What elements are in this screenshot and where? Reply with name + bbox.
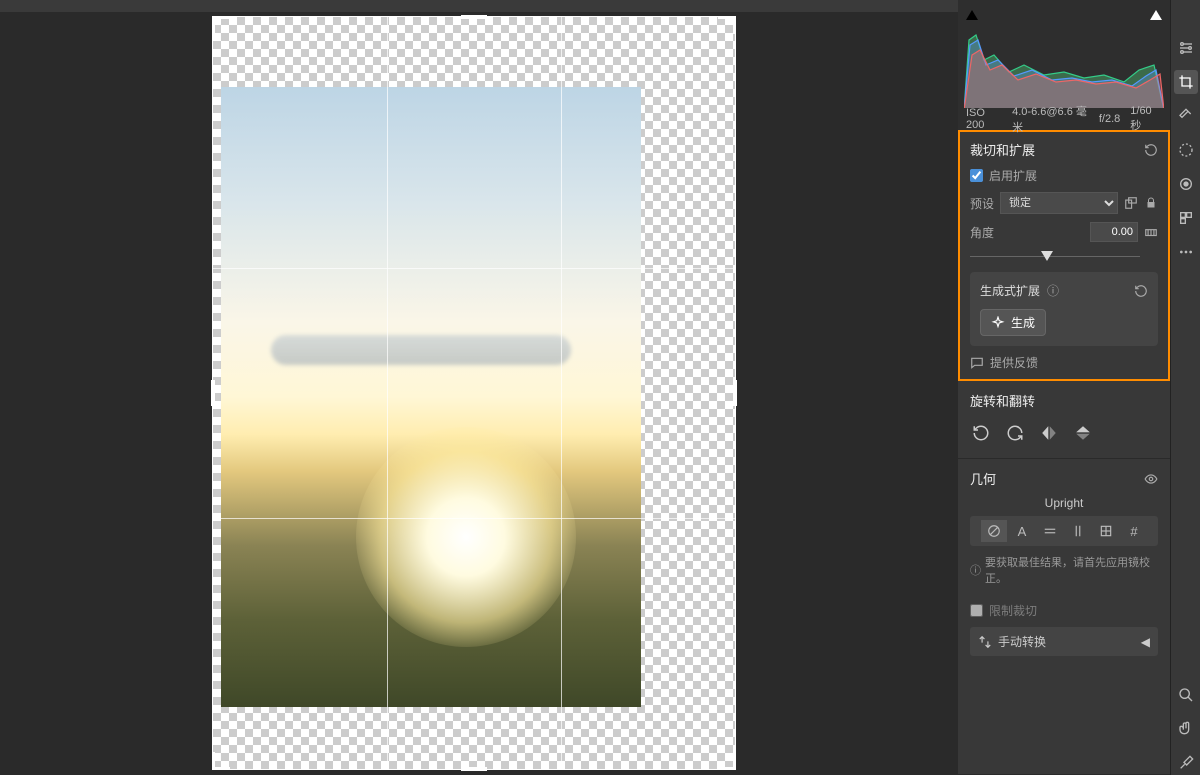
- crop-handle-bottom[interactable]: [461, 767, 487, 771]
- constrain-crop-label: 限制裁切: [989, 602, 1037, 619]
- geometry-section: 几何 Upright A # ⓘ要获取最佳结果，请首先应用镜校正。 限制裁切 手…: [958, 459, 1170, 775]
- crop-handle-bottom-right[interactable]: [718, 752, 736, 770]
- upright-vertical-button[interactable]: [1065, 520, 1091, 542]
- upright-level-button[interactable]: [1037, 520, 1063, 542]
- feedback-link[interactable]: 提供反馈: [970, 354, 1158, 371]
- vertical-toolbar: [1170, 0, 1200, 775]
- crop-handle-right[interactable]: [733, 380, 737, 406]
- crop-handle-top-left[interactable]: [212, 16, 230, 34]
- crop-expand-section: 裁切和扩展 启用扩展 预设 锁定 角度: [958, 130, 1170, 381]
- crop-section-title: 裁切和扩展: [970, 140, 1035, 159]
- upright-guided-button[interactable]: #: [1121, 520, 1147, 542]
- redeye-tool[interactable]: [1174, 172, 1198, 196]
- gen-expand-title: 生成式扩展: [980, 282, 1040, 299]
- enable-expand-label: 启用扩展: [989, 167, 1037, 184]
- rotate-cw-button[interactable]: [1004, 422, 1026, 444]
- canvas-area[interactable]: [0, 0, 958, 775]
- zoom-tool[interactable]: [1174, 683, 1198, 707]
- flip-horizontal-button[interactable]: [1038, 422, 1060, 444]
- geometry-note: ⓘ要获取最佳结果，请首先应用镜校正。: [970, 554, 1158, 586]
- geometry-section-title: 几何: [970, 469, 996, 488]
- upright-label: Upright: [970, 496, 1158, 510]
- top-bar: [0, 0, 958, 12]
- crop-handle-bottom-left[interactable]: [212, 752, 230, 770]
- shutter-label: 1/60 秒: [1130, 105, 1162, 133]
- generative-expand-box: 生成式扩展 ⓘ 生成: [970, 272, 1158, 346]
- constrain-crop-checkbox[interactable]: [970, 604, 983, 617]
- chat-icon: [970, 356, 984, 370]
- gen-reset-icon[interactable]: [1134, 284, 1148, 298]
- sparkle-icon: [991, 316, 1005, 330]
- hand-tool[interactable]: [1174, 717, 1198, 741]
- eye-icon[interactable]: [1144, 472, 1158, 486]
- generate-button[interactable]: 生成: [980, 309, 1046, 336]
- chevron-left-icon: ◀: [1141, 635, 1150, 649]
- crop-handle-left[interactable]: [211, 380, 215, 406]
- edit-tool[interactable]: [1174, 36, 1198, 60]
- rotate-ccw-button[interactable]: [970, 422, 992, 444]
- presets-tool[interactable]: [1174, 206, 1198, 230]
- upright-off-button[interactable]: [981, 520, 1007, 542]
- lens-label: 4.0-6.6@6.6 毫米: [1012, 103, 1089, 135]
- angle-input[interactable]: [1090, 222, 1138, 242]
- iso-label: ISO 200: [966, 107, 1002, 131]
- upright-full-button[interactable]: [1093, 520, 1119, 542]
- crop-frame[interactable]: [212, 16, 736, 770]
- upright-auto-button[interactable]: A: [1009, 520, 1035, 542]
- straighten-icon[interactable]: [1144, 225, 1158, 239]
- flip-vertical-button[interactable]: [1072, 422, 1094, 444]
- angle-label: 角度: [970, 224, 994, 241]
- swap-orientation-icon[interactable]: [1124, 196, 1138, 210]
- sampler-tool[interactable]: [1174, 751, 1198, 775]
- mask-tool[interactable]: [1174, 138, 1198, 162]
- info-icon[interactable]: ⓘ: [1046, 284, 1060, 298]
- histogram[interactable]: ISO 200 4.0-6.6@6.6 毫米 f/2.8 1/60 秒: [958, 0, 1170, 130]
- healing-tool[interactable]: [1174, 104, 1198, 128]
- rotate-flip-section: 旋转和翻转: [958, 381, 1170, 459]
- preset-label: 预设: [970, 195, 994, 212]
- metadata-bar: ISO 200 4.0-6.6@6.6 毫米 f/2.8 1/60 秒: [958, 108, 1170, 130]
- right-panel: ISO 200 4.0-6.6@6.6 毫米 f/2.8 1/60 秒 裁切和扩…: [958, 0, 1170, 775]
- lock-icon[interactable]: [1144, 196, 1158, 210]
- reset-icon[interactable]: [1144, 143, 1158, 157]
- angle-slider[interactable]: [970, 250, 1158, 264]
- crop-handle-top[interactable]: [461, 15, 487, 19]
- transform-icon: [978, 635, 992, 649]
- rotate-section-title: 旋转和翻转: [970, 391, 1035, 410]
- manual-transform-toggle[interactable]: 手动转换 ◀: [970, 627, 1158, 656]
- preset-select[interactable]: 锁定: [1000, 192, 1118, 214]
- upright-mode-group: A #: [970, 516, 1158, 546]
- aperture-label: f/2.8: [1099, 113, 1120, 125]
- image-preview: [221, 87, 641, 707]
- crop-handle-top-right[interactable]: [718, 16, 736, 34]
- more-tool[interactable]: [1174, 240, 1198, 264]
- crop-tool[interactable]: [1174, 70, 1198, 94]
- enable-expand-checkbox[interactable]: [970, 169, 983, 182]
- histogram-graph: [964, 10, 1164, 110]
